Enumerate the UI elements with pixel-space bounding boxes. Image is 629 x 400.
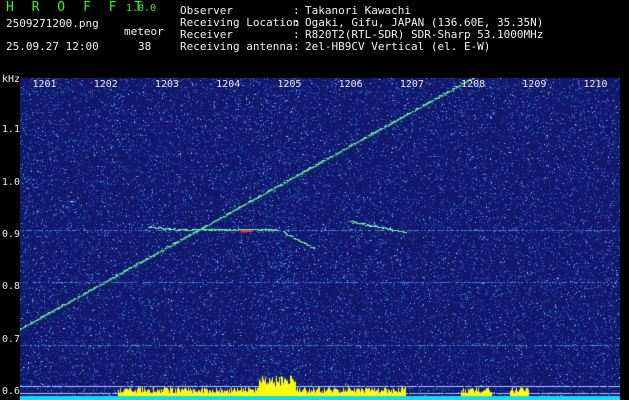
x-tick-label: 1209 <box>522 79 547 90</box>
x-tick-label: 1210 <box>583 79 608 90</box>
datetime-label: 25.09.27 12:00 <box>6 40 99 53</box>
filename-label: 2509271200.png <box>6 17 99 30</box>
antenna-colon: : <box>293 40 300 53</box>
y-axis-unit: kHz <box>2 74 21 85</box>
x-tick-label: 1201 <box>32 79 57 90</box>
y-tick-label: 1.1 <box>2 124 21 136</box>
spectrogram-canvas <box>20 78 620 400</box>
x-tick-label: 1204 <box>216 79 241 90</box>
x-tick-label: 1207 <box>399 79 424 90</box>
version-label: 1.0.0 <box>126 3 157 14</box>
y-tick-label: 0.7 <box>2 333 21 345</box>
mode-label: meteor <box>124 25 164 38</box>
x-tick-label: 1206 <box>338 79 363 90</box>
y-tick-label: 0.6 <box>2 386 21 398</box>
y-tick-label: 0.8 <box>2 281 21 293</box>
antenna-value: 2el-HB9CV Vertical (el. E-W) <box>305 40 491 53</box>
count-label: 38 <box>138 40 152 53</box>
x-tick-label: 1208 <box>461 79 486 90</box>
x-tick-label: 1202 <box>93 79 118 90</box>
x-tick-label: 1205 <box>277 79 302 90</box>
antenna-label: Receiving antenna <box>180 40 293 53</box>
hrofft-window: H R O F F T 1.0.0 2509271200.png 25.09.2… <box>0 0 629 400</box>
x-tick-label: 1203 <box>154 79 180 90</box>
y-tick-label: 1.0 <box>2 176 21 188</box>
y-tick-label: 0.9 <box>2 229 21 241</box>
